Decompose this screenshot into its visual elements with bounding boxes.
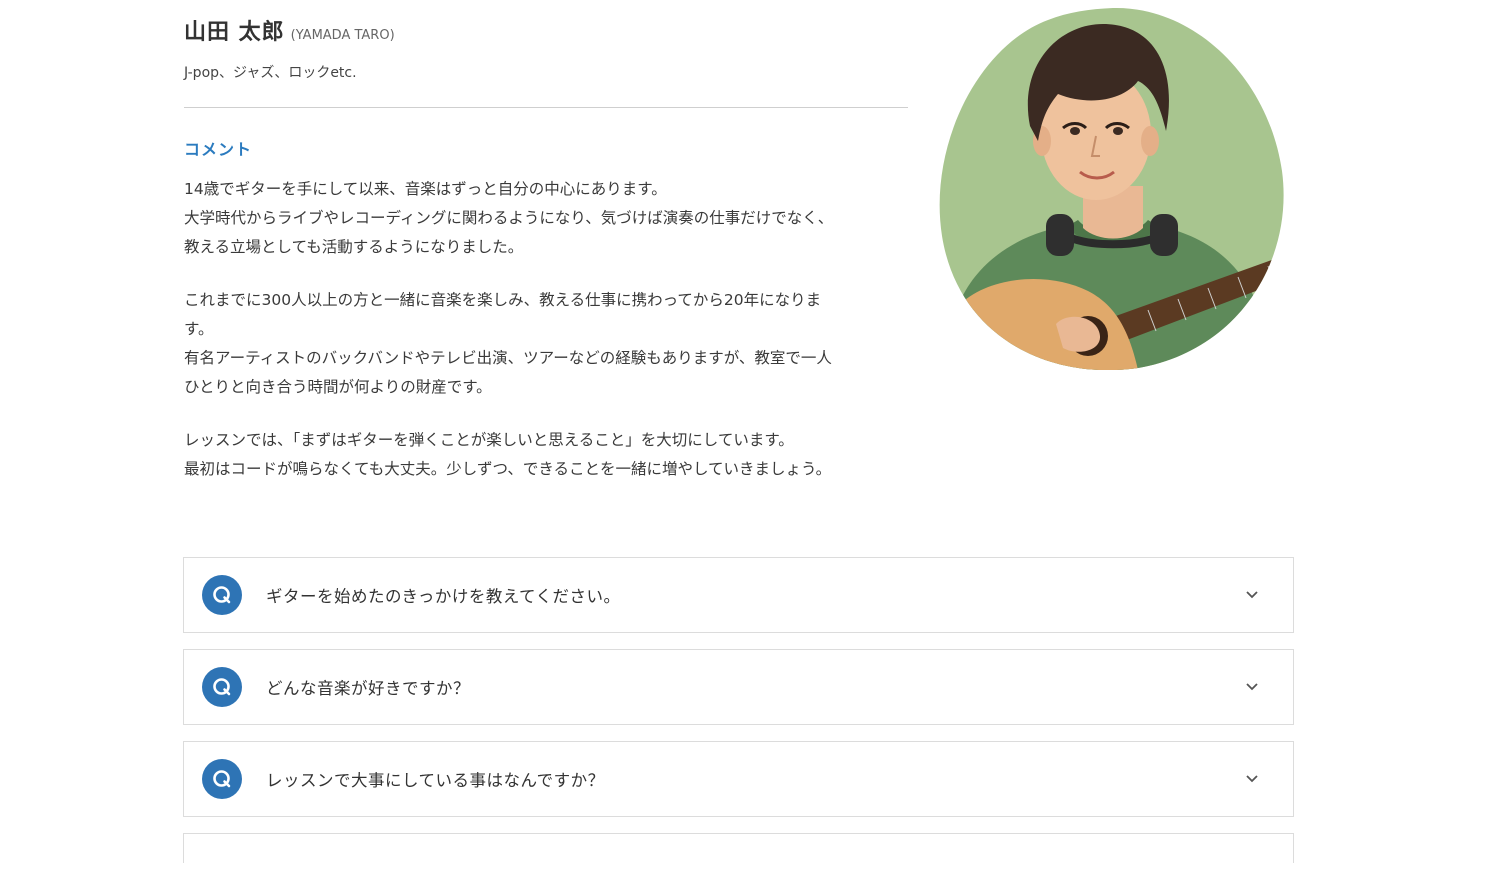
comment-line: 最初はコードが鳴らなくても大丈夫。少しずつ、できることを一緒に増やしていきましょ… bbox=[184, 460, 832, 478]
faq-item[interactable]: ギターを始めたのきっかけを教えてください。 bbox=[183, 557, 1294, 633]
faq-question: レッスンで大事にしている事はなんですか？ bbox=[266, 771, 605, 790]
comment-paragraph: レッスンでは、「まずはギターを弾くことが楽しいと思えること」を大切にしています。… bbox=[184, 426, 904, 484]
faq-question: ギターを始めたのきっかけを教えてください。 bbox=[266, 587, 621, 606]
q-icon bbox=[202, 575, 242, 615]
teacher-name: 山田 太郎 bbox=[184, 20, 285, 45]
comment-line: 教える立場としても活動するようになりました。 bbox=[184, 238, 524, 256]
headphone-left bbox=[1046, 214, 1074, 256]
teacher-portrait bbox=[939, 7, 1284, 370]
divider bbox=[184, 107, 908, 108]
comment-line: ひとりと向き合う時間が何よりの財産です。 bbox=[184, 378, 492, 396]
faq-item[interactable]: どんな音楽が好きですか？ bbox=[183, 649, 1294, 725]
comment-body: 14歳でギターを手にして以来、音楽はずっと自分の中心にあります。 大学時代からラ… bbox=[184, 175, 904, 508]
comment-line: 14歳でギターを手にして以来、音楽はずっと自分の中心にあります。 bbox=[184, 180, 667, 198]
chevron-down-icon[interactable] bbox=[1245, 590, 1259, 600]
profile-header: 山田 太郎 (YAMADA TARO) J-pop、ジャズ、ロックetc. bbox=[184, 14, 908, 82]
q-icon bbox=[202, 667, 242, 707]
comment-line: す。 bbox=[184, 320, 214, 338]
teacher-name-romaji: (YAMADA TARO) bbox=[290, 28, 395, 43]
comment-line: 有名アーティストのバックバンドやテレビ出演、ツアーなどの経験もありますが、教室で… bbox=[184, 349, 832, 367]
q-glyph bbox=[213, 678, 231, 696]
genres: J-pop、ジャズ、ロックetc. bbox=[184, 65, 357, 81]
comment-paragraph: 14歳でギターを手にして以来、音楽はずっと自分の中心にあります。 大学時代からラ… bbox=[184, 175, 904, 262]
comment-line: 大学時代からライブやレコーディングに関わるようになり、気づけば演奏の仕事だけでな… bbox=[184, 209, 834, 227]
faq-item[interactable]: レッスンで大事にしている事はなんですか？ bbox=[183, 741, 1294, 817]
faq-item-partial[interactable] bbox=[183, 833, 1294, 863]
chevron-down-icon[interactable] bbox=[1245, 682, 1259, 692]
comment-line: これまでに300人以上の方と一緒に音楽を楽しみ、教える仕事に携わってから20年に… bbox=[184, 291, 822, 309]
q-glyph bbox=[213, 770, 231, 788]
headphone-right bbox=[1150, 214, 1178, 256]
faq-list: ギターを始めたのきっかけを教えてください。 どんな音楽が好きですか？ レッスンで… bbox=[183, 557, 1294, 879]
name-row: 山田 太郎 (YAMADA TARO) bbox=[184, 14, 908, 46]
chevron-down-icon[interactable] bbox=[1245, 774, 1259, 784]
q-icon bbox=[202, 759, 242, 799]
comment-line: レッスンでは、「まずはギターを弾くことが楽しいと思えること」を大切にしています。 bbox=[184, 431, 794, 449]
faq-question: どんな音楽が好きですか？ bbox=[266, 679, 470, 698]
comment-paragraph: これまでに300人以上の方と一緒に音楽を楽しみ、教える仕事に携わってから20年に… bbox=[184, 286, 904, 402]
comment-heading: コメント bbox=[184, 140, 253, 159]
q-glyph bbox=[213, 586, 231, 604]
